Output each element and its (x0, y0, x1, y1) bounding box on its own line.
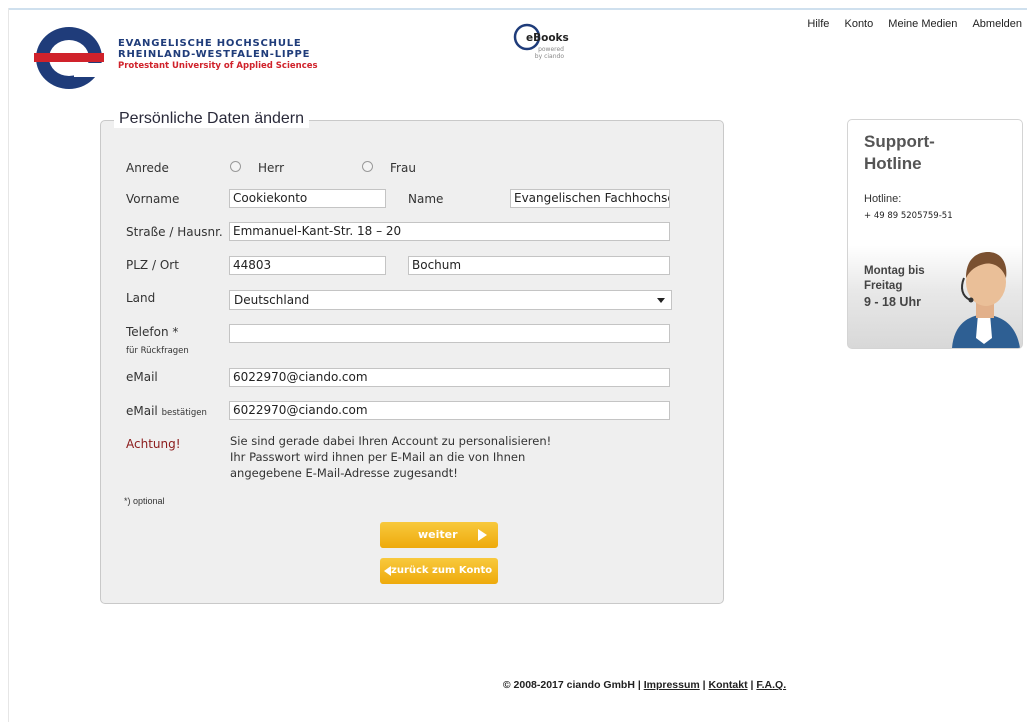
back-to-account-button[interactable]: zurück zum Konto (380, 558, 498, 584)
radio-frau-label: Frau (390, 161, 416, 175)
land-select[interactable]: Deutschland (229, 290, 672, 310)
arrow-left-icon (384, 566, 391, 576)
support-hours: 9 - 18 Uhr (864, 295, 921, 309)
university-logo (34, 27, 104, 89)
university-name: EVANGELISCHE HOCHSCHULE RHEINLAND-WESTFA… (118, 38, 318, 72)
email-confirm-input[interactable]: 6022970@ciando.com (229, 401, 670, 420)
copyright-text: © 2008-2017 ciando GmbH | (502, 679, 641, 691)
ebooks-powered: powered by ciando (534, 46, 564, 60)
back-label: zurück zum Konto (391, 565, 493, 576)
telefon-sublabel: für Rückfragen (126, 346, 189, 356)
footer: © 2008-2017 ciando GmbH | Impressum | Ko… (502, 679, 787, 691)
plz-ort-label: PLZ / Ort (126, 258, 179, 272)
support-title-line2: Hotline (864, 154, 922, 173)
support-title-line1: Support- (864, 132, 935, 151)
vorname-label: Vorname (126, 192, 180, 206)
email-label: eMail (126, 370, 158, 384)
name-label: Name (408, 192, 444, 206)
plz-input[interactable]: 44803 (229, 256, 386, 275)
nav-konto[interactable]: Konto (844, 18, 873, 30)
top-border (8, 8, 1027, 10)
optional-note: *) optional (124, 496, 165, 506)
support-hotline-box: Support- Hotline Hotline: + 49 89 520575… (847, 119, 1023, 349)
hotline-number: + 49 89 5205759-51 (864, 211, 953, 221)
support-title: Support- Hotline (864, 131, 935, 175)
anrede-label: Anrede (126, 161, 169, 175)
strasse-input[interactable]: Emmanuel-Kant-Str. 18 – 20 (229, 222, 670, 241)
form-title: Persönliche Daten ändern (114, 110, 310, 128)
ebooks-name: eBooks (526, 32, 569, 44)
footer-link-kontakt[interactable]: Kontakt (709, 679, 748, 691)
university-line2: RHEINLAND-WESTFALEN-LIPPE (118, 49, 311, 60)
university-line3: Protestant University of Applied Science… (118, 61, 318, 71)
weiter-button[interactable]: weiter (380, 522, 498, 548)
ort-input[interactable]: Bochum (408, 256, 670, 275)
warning-label: Achtung! (126, 437, 181, 451)
support-days-line1: Montag bis (864, 265, 925, 277)
radio-herr[interactable] (230, 161, 241, 172)
nav-abmelden[interactable]: Abmelden (972, 18, 1022, 30)
support-agent-image (952, 252, 1020, 348)
top-navigation: Hilfe Konto Meine Medien Abmelden (795, 18, 1022, 30)
land-selected-value: Deutschland (234, 293, 310, 307)
warning-text: Sie sind gerade dabei Ihren Account zu p… (230, 434, 552, 480)
left-border (8, 8, 9, 722)
email-confirm-label-sub: bestätigen (161, 408, 207, 418)
email-input[interactable]: 6022970@ciando.com (229, 368, 670, 387)
land-label: Land (126, 291, 156, 305)
hotline-label: Hotline: (864, 193, 902, 205)
vorname-input[interactable]: Cookiekonto (229, 189, 386, 208)
email-confirm-label: eMail bestätigen (126, 404, 207, 418)
telefon-label: Telefon * (126, 325, 179, 339)
strasse-label: Straße / Hausnr. (126, 225, 223, 239)
name-input[interactable]: Evangelischen Fachhochsc (510, 189, 670, 208)
radio-frau[interactable] (362, 161, 373, 172)
footer-link-faq[interactable]: F.A.Q. (756, 679, 786, 691)
nav-meine-medien[interactable]: Meine Medien (888, 18, 957, 30)
chevron-down-icon (657, 298, 665, 303)
footer-link-impressum[interactable]: Impressum (644, 679, 700, 691)
university-line1: EVANGELISCHE HOCHSCHULE (118, 38, 302, 49)
telefon-input[interactable] (229, 324, 670, 343)
arrow-right-icon (478, 529, 487, 541)
ebooks-logo: eBooks powered by ciando (510, 20, 570, 64)
email-confirm-label-main: eMail (126, 404, 158, 418)
support-days-line2: Freitag (864, 280, 903, 292)
radio-herr-label: Herr (258, 161, 285, 175)
weiter-label: weiter (418, 528, 458, 541)
nav-hilfe[interactable]: Hilfe (807, 18, 829, 30)
support-days: Montag bis Freitag (864, 264, 925, 294)
